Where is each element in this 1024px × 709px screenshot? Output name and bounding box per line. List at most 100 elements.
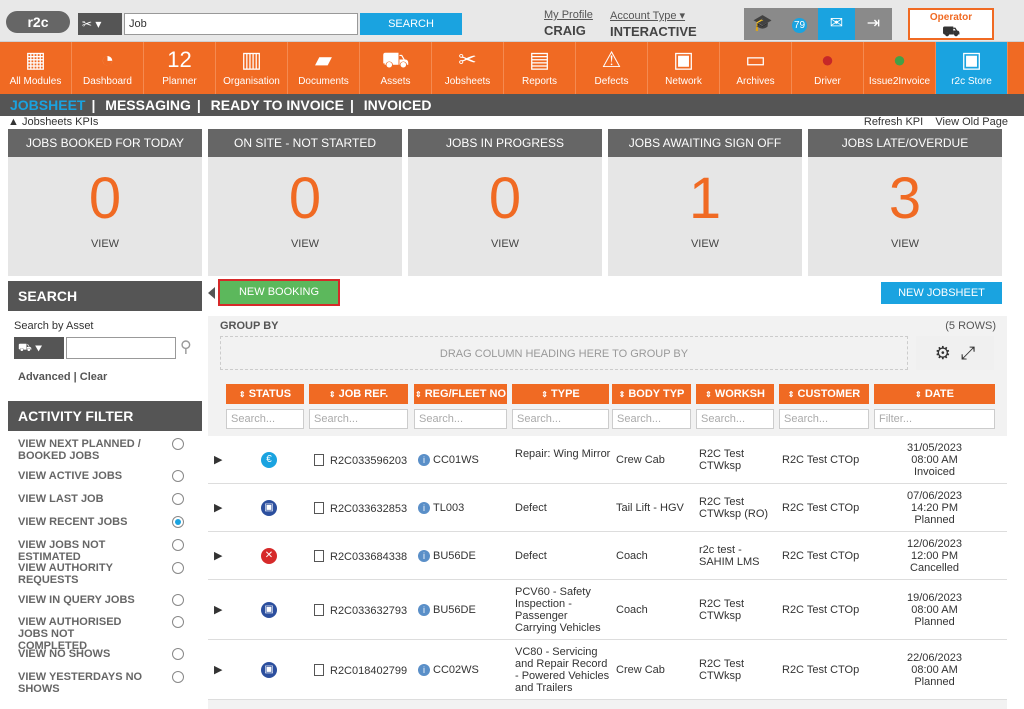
- clear-link[interactable]: Clear: [80, 371, 108, 383]
- logout-icon[interactable]: ⇥: [855, 8, 892, 40]
- tab-invoiced[interactable]: INVOICED: [364, 97, 432, 113]
- radio-button[interactable]: [172, 539, 184, 551]
- column-header[interactable]: ⇕ DATE: [874, 384, 995, 404]
- nav-item[interactable]: ▦ All Modules: [0, 42, 72, 94]
- column-filter-input[interactable]: Search...: [309, 409, 408, 429]
- nav-item[interactable]: ▣ r2c Store: [936, 42, 1008, 94]
- column-header[interactable]: ⇕ STATUS: [226, 384, 304, 404]
- kpi-view-link[interactable]: VIEW: [208, 238, 402, 250]
- activity-filter-item[interactable]: VIEW ACTIVE JOBS: [18, 470, 202, 482]
- column-filter-input[interactable]: Search...: [512, 409, 609, 429]
- refresh-kpi-link[interactable]: Refresh KPI: [864, 116, 923, 128]
- expand-row-icon[interactable]: ▶: [214, 502, 222, 514]
- job-ref[interactable]: R2C033632793: [330, 605, 407, 617]
- column-filter-input[interactable]: Search...: [414, 409, 507, 429]
- advanced-link[interactable]: Advanced: [18, 371, 71, 383]
- nav-item[interactable]: ▰ Documents: [288, 42, 360, 94]
- mail-icon[interactable]: ✉: [818, 8, 855, 40]
- column-filter-input[interactable]: Filter...: [874, 409, 995, 429]
- activity-filter-item[interactable]: VIEW LAST JOB: [18, 493, 202, 505]
- table-row[interactable]: ▶ ▣ R2C018402799 i CC02WS VC80 - Servicing an…: [208, 640, 1007, 700]
- view-old-page-link[interactable]: View Old Page: [935, 116, 1008, 128]
- expand-row-icon[interactable]: ▶: [214, 664, 222, 676]
- info-icon[interactable]: i: [418, 604, 430, 616]
- my-profile-link[interactable]: My Profile: [544, 9, 593, 21]
- info-icon[interactable]: i: [418, 550, 430, 562]
- column-header[interactable]: ⇕ CUSTOMER: [779, 384, 869, 404]
- new-booking-button[interactable]: NEW BOOKING: [218, 279, 340, 306]
- activity-filter-item[interactable]: VIEW NEXT PLANNED / BOOKED JOBS: [18, 438, 202, 462]
- column-header[interactable]: ⇕ JOB REF.: [309, 384, 408, 404]
- column-filter-input[interactable]: Search...: [226, 409, 304, 429]
- activity-filter-item[interactable]: VIEW AUTHORITY REQUESTS: [18, 562, 202, 586]
- radio-button[interactable]: [172, 594, 184, 606]
- column-header[interactable]: ⇕ BODY TYP: [612, 384, 691, 404]
- tab-ready-to-invoice[interactable]: READY TO INVOICE: [211, 97, 344, 113]
- tab-messaging[interactable]: MESSAGING: [105, 97, 191, 113]
- nav-item[interactable]: ▤ Reports: [504, 42, 576, 94]
- nav-item[interactable]: ✂ Jobsheets: [432, 42, 504, 94]
- job-ref[interactable]: R2C018402799: [330, 665, 407, 677]
- new-jobsheet-button[interactable]: NEW JOBSHEET: [881, 282, 1002, 304]
- job-ref[interactable]: R2C033632853: [330, 503, 407, 515]
- nav-item[interactable]: ◔ Dashboard: [72, 42, 144, 94]
- radio-button[interactable]: [172, 562, 184, 574]
- kpi-toggle[interactable]: ▲ Jobsheets KPIs: [8, 116, 98, 128]
- table-row[interactable]: ▶ ✕ R2C033684338 i BU56DE Defect Coach r2c test…: [208, 532, 1007, 580]
- account-type-link[interactable]: Account Type ▾: [610, 9, 697, 22]
- asset-type-select[interactable]: ⛟ ▾: [14, 337, 64, 359]
- nav-item[interactable]: ⛟ Assets: [360, 42, 432, 94]
- nav-item[interactable]: 12 Planner: [144, 42, 216, 94]
- info-icon[interactable]: i: [418, 454, 430, 466]
- radio-button[interactable]: [172, 516, 184, 528]
- column-filter-input[interactable]: Search...: [612, 409, 691, 429]
- kpi-view-link[interactable]: VIEW: [608, 238, 802, 250]
- column-filter-input[interactable]: Search...: [779, 409, 869, 429]
- radio-button[interactable]: [172, 493, 184, 505]
- tools-dropdown[interactable]: ✂ ▾: [78, 13, 122, 35]
- notifications-icon[interactable]: 79: [781, 8, 818, 40]
- global-search-input[interactable]: Job: [124, 13, 358, 35]
- nav-item[interactable]: ▥ Organisation: [216, 42, 288, 94]
- column-filter-input[interactable]: Search...: [696, 409, 774, 429]
- group-drop-zone[interactable]: DRAG COLUMN HEADING HERE TO GROUP BY: [220, 336, 908, 370]
- asset-search-input[interactable]: [66, 337, 176, 359]
- expand-row-icon[interactable]: ▶: [214, 550, 222, 562]
- search-icon[interactable]: ⚲: [180, 337, 192, 357]
- job-ref[interactable]: R2C033684338: [330, 551, 407, 563]
- radio-button[interactable]: [172, 671, 184, 683]
- operator-badge[interactable]: Operator ⛟: [908, 8, 994, 40]
- activity-filter-item[interactable]: VIEW YESTERDAYS NO SHOWS: [18, 671, 202, 695]
- activity-filter-item[interactable]: VIEW NO SHOWS: [18, 648, 202, 660]
- activity-filter-item[interactable]: VIEW RECENT JOBS: [18, 516, 202, 528]
- document-icon[interactable]: [314, 664, 324, 676]
- document-icon[interactable]: [314, 550, 324, 562]
- document-icon[interactable]: [314, 604, 324, 616]
- kpi-view-link[interactable]: VIEW: [8, 238, 202, 250]
- gear-icon[interactable]: ⚙: [935, 343, 951, 363]
- kpi-view-link[interactable]: VIEW: [808, 238, 1002, 250]
- expand-row-icon[interactable]: ▶: [214, 604, 222, 616]
- radio-button[interactable]: [172, 470, 184, 482]
- expand-icon[interactable]: ⤢: [961, 343, 975, 363]
- nav-item[interactable]: ⚠ Defects: [576, 42, 648, 94]
- search-button[interactable]: SEARCH: [360, 13, 462, 35]
- info-icon[interactable]: i: [418, 664, 430, 676]
- activity-filter-item[interactable]: VIEW IN QUERY JOBS: [18, 594, 202, 606]
- radio-button[interactable]: [172, 648, 184, 660]
- nav-item[interactable]: ▣ Network: [648, 42, 720, 94]
- radio-button[interactable]: [172, 616, 184, 628]
- column-header[interactable]: ⇕ TYPE: [512, 384, 609, 404]
- activity-filter-item[interactable]: VIEW AUTHORISED JOBS NOT COMPLETED: [18, 616, 202, 652]
- nav-item[interactable]: ● Issue2Invoice: [864, 42, 936, 94]
- job-ref[interactable]: R2C033596203: [330, 455, 407, 467]
- table-row[interactable]: ▶ € R2C033596203 i CC01WS Repair: Wing Mirror…: [208, 436, 1007, 484]
- document-icon[interactable]: [314, 454, 324, 466]
- table-row[interactable]: ▶ ▣ R2C033632793 i BU56DE PCV60 - Safety Insp…: [208, 580, 1007, 640]
- expand-row-icon[interactable]: ▶: [214, 454, 222, 466]
- collapse-sidebar-icon[interactable]: [208, 287, 215, 299]
- graduation-cap-icon[interactable]: 🎓: [744, 8, 781, 40]
- radio-button[interactable]: [172, 438, 184, 450]
- column-header[interactable]: ⇕ REG/FLEET NO: [414, 384, 507, 404]
- activity-filter-item[interactable]: VIEW JOBS NOT ESTIMATED: [18, 539, 202, 563]
